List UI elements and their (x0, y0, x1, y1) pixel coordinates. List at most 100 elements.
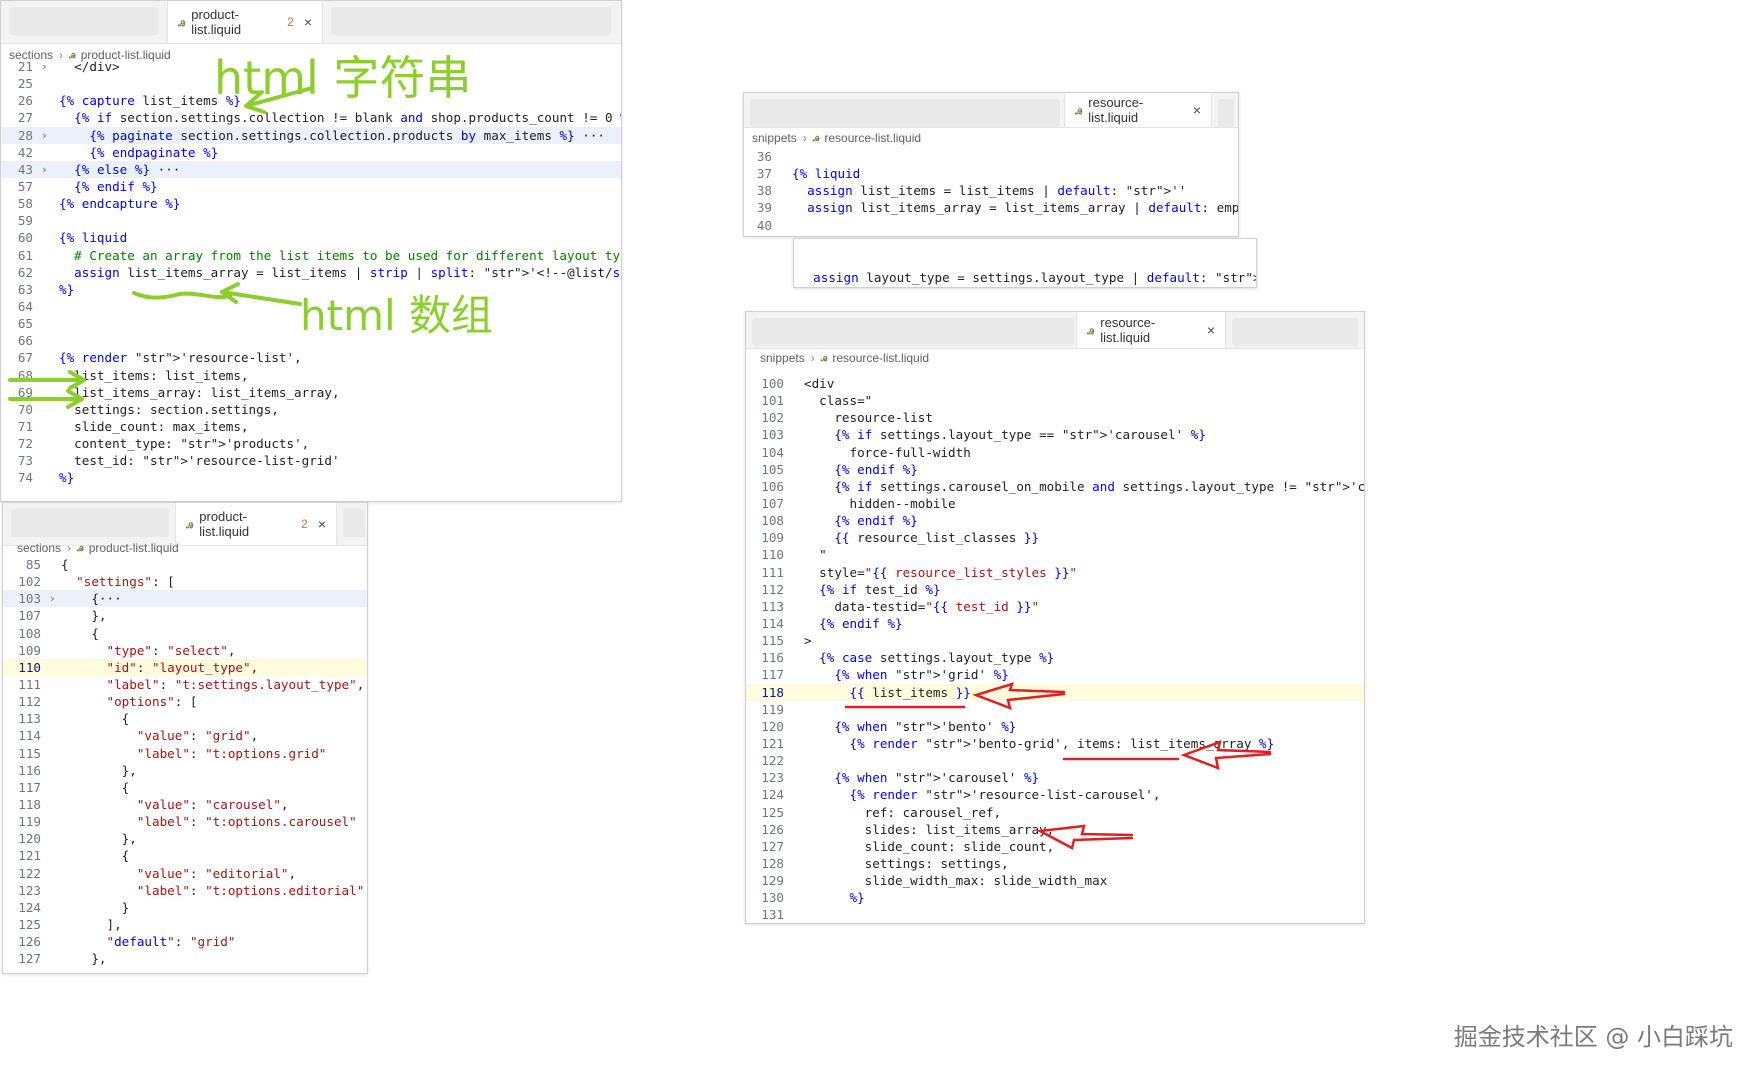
code-line: 40 (744, 217, 1238, 234)
code-text: {% if settings.carousel_on_mobile and se… (834, 478, 1365, 494)
blurred-tab[interactable] (1218, 99, 1234, 127)
line-number: 73 (17, 453, 33, 469)
line-number: 127 (18, 951, 41, 967)
line-number: 121 (18, 848, 41, 864)
code-text: {% if test_id %} (819, 581, 941, 597)
blurred-tab[interactable] (11, 509, 169, 537)
editor-product-list-bottom: ꭿ product-list.liquid 2 × sections › ꭿ p… (2, 502, 368, 974)
line-number: 58 (17, 196, 33, 212)
code-line: 127 }, (3, 950, 367, 967)
tab-label: product-list.liquid (191, 7, 242, 37)
tab-bar: ꭿ product-list.liquid 2 × (1, 1, 621, 44)
code-text: {% if section.settings.collection != bla… (74, 110, 621, 126)
code-text: "type": "select", (106, 642, 236, 658)
code-line: 107 hidden--mobile (746, 495, 1364, 512)
tab-bar: ꭿ resource-list.liquid × (744, 93, 1238, 128)
code-area[interactable]: assign layout_type = settings.layout_typ… (794, 252, 1256, 285)
code-line: 108 {% endif %} (746, 512, 1364, 529)
code-line: 115 > (746, 632, 1364, 649)
line-number: 42 (17, 144, 33, 160)
fold-chevron-icon[interactable]: › (41, 161, 48, 178)
fold-chevron-icon[interactable]: › (41, 127, 48, 144)
tab-product-list[interactable]: ꭿ product-list.liquid 2 × (167, 1, 323, 43)
blurred-tab[interactable] (750, 99, 1060, 127)
breadcrumb-file[interactable]: resource-list.liquid (824, 131, 921, 145)
line-number: 106 (761, 478, 784, 494)
code-line: 39 assign list_items_array = list_items_… (744, 199, 1238, 216)
code-text: }, (61, 762, 137, 778)
tab-resource-list[interactable]: ꭿ resource-list.liquid × (1076, 312, 1226, 348)
blurred-tab[interactable] (9, 7, 159, 35)
code-area[interactable]: 21 › </div> 25 26 {% capture list_items %} 27… (1, 58, 621, 487)
code-line: 69 list_items_array: list_items_array, (1, 384, 621, 401)
code-line: 27 {% if section.settings.collection != … (1, 109, 621, 126)
code-line: 60 {% liquid (1, 229, 621, 246)
code-area[interactable]: 100 <div 101 class=" 102 resource-list 103 {… (746, 375, 1365, 923)
shopify-file-icon: ꭿ (186, 516, 194, 531)
code-text: list_items: list_items, (59, 367, 249, 383)
close-icon[interactable]: × (1207, 322, 1215, 338)
code-text: "label": "t:options.editorial" (136, 882, 365, 898)
fold-chevron-icon[interactable]: › (41, 58, 48, 75)
line-number: 121 (761, 735, 784, 751)
code-text: {% endif %} (834, 513, 918, 529)
line-number: 120 (761, 718, 784, 734)
tab-resource-list[interactable]: ꭿ resource-list.liquid × (1064, 93, 1212, 127)
tab-label: resource-list.liquid (1088, 95, 1144, 125)
line-number: 101 (761, 393, 784, 409)
fold-chevron-icon[interactable]: › (49, 590, 56, 607)
blurred-tab[interactable] (343, 509, 365, 537)
watermark: 掘金技术社区 @ 小白踩坑 (1453, 1023, 1733, 1051)
code-line: 126 slides: list_items_array, (746, 821, 1364, 838)
blurred-tab[interactable] (752, 318, 1074, 346)
code-line: 67 {% render "str">'resource-list', (1, 349, 621, 366)
close-icon[interactable]: × (1193, 102, 1201, 118)
code-text: > (804, 633, 812, 649)
code-text: "value": "grid", (136, 728, 259, 744)
breadcrumb-folder[interactable]: snippets (752, 131, 797, 145)
code-line: 118 "value": "carousel", (3, 796, 367, 813)
line-number: 25 (17, 76, 33, 92)
blurred-tab[interactable] (1232, 318, 1358, 346)
line-number: 112 (761, 581, 784, 597)
breadcrumb-file[interactable]: product-list.liquid (89, 541, 179, 555)
code-line: 107 }, (3, 607, 367, 624)
code-line: 62 assign list_items_array = list_items … (1, 264, 621, 281)
close-icon[interactable]: × (304, 14, 312, 30)
code-line: 85 { (3, 556, 367, 573)
code-line: 120 {% when "str">'bento' %} (746, 718, 1364, 735)
code-line: 38 assign list_items = list_items | defa… (744, 182, 1238, 199)
code-line: 113 data-testid="{{ test_id }}" (746, 598, 1364, 615)
code-line: 119 (746, 701, 1364, 718)
line-number: 103 (761, 427, 784, 443)
line-number: 110 (761, 547, 784, 563)
line-number: 107 (761, 495, 784, 511)
code-text: slides: list_items_array, (804, 821, 1055, 837)
code-area[interactable]: 36 37 {% liquid 38 assign list_items = list… (744, 148, 1238, 234)
code-text: slide_width_max: slide_width_max (804, 873, 1108, 889)
tab-label: product-list.liquid (199, 509, 250, 539)
tab-label: resource-list.liquid (1100, 315, 1156, 345)
code-text: slide_count: max_items, (59, 418, 249, 434)
code-line: 114 "value": "grid", (3, 727, 367, 744)
problem-count-badge: 2 (287, 15, 294, 29)
breadcrumb-file[interactable]: resource-list.liquid (832, 351, 929, 365)
breadcrumb-folder[interactable]: snippets (754, 351, 805, 365)
code-line: 61 # Create an array from the list items… (1, 247, 621, 264)
code-text: assign list_items_array = list_items_arr… (807, 200, 1239, 216)
line-number: 27 (17, 110, 33, 126)
line-number: 28 (17, 127, 33, 143)
line-number: 124 (18, 899, 41, 915)
code-line: 59 (1, 212, 621, 229)
code-line: 68 list_items: list_items, (1, 367, 621, 384)
line-number: 122 (761, 753, 784, 769)
breadcrumb-folder[interactable]: sections (11, 541, 61, 555)
code-text: content_type: "str">'products', (59, 436, 310, 452)
code-area[interactable]: 85{102 "settings": [103 › {··· 107 }, 108 {… (3, 556, 367, 967)
shopify-file-icon: ꭿ (1087, 322, 1095, 337)
code-line: 70 settings: section.settings, (1, 401, 621, 418)
line-number: 124 (761, 787, 784, 803)
blurred-tab[interactable] (331, 7, 611, 35)
close-icon[interactable]: × (318, 516, 326, 532)
line-number: 131 (761, 907, 784, 923)
